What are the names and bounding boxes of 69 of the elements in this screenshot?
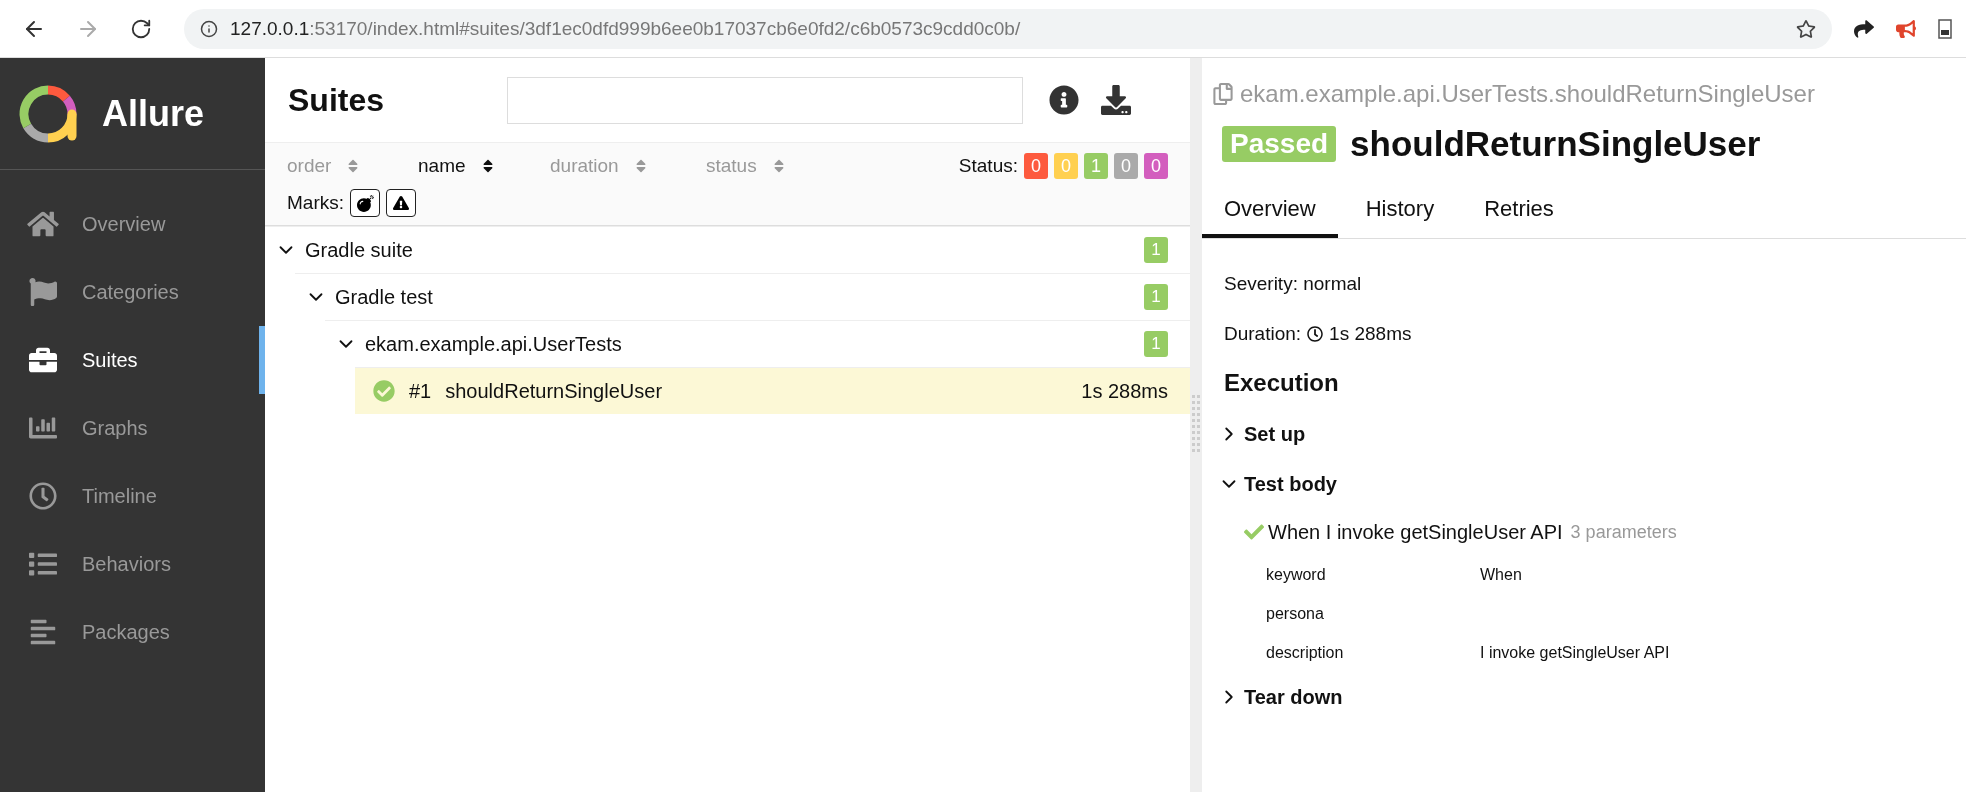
parameter-name: keyword [1266, 565, 1327, 584]
marks-label: Marks: [287, 192, 344, 214]
suite-name: Gradle suite [305, 238, 414, 262]
suite-name: ekam.example.api.UserTests [365, 332, 623, 356]
home-icon [26, 210, 60, 238]
briefcase-icon [26, 346, 60, 374]
brand-name: Allure [102, 92, 205, 135]
duration-label: Duration: [1224, 323, 1302, 345]
address-bar[interactable]: 127.0.0.1:53170/index.html#suites/3df1ec0dfd999b6ee0b17037cb6e0fd2/c6b0573c9cdd0c0b/ [184, 8, 1832, 49]
parameters-count: 3 parameters [1570, 521, 1677, 543]
tab[interactable]: Retries [1462, 186, 1576, 238]
download-icon [1101, 85, 1131, 115]
test-name: shouldReturnSingleUser [445, 379, 664, 403]
test-duration: 1s 288ms [1081, 379, 1168, 403]
stage-header[interactable]: Set up [1218, 409, 1306, 459]
mark-filter-button[interactable] [350, 189, 380, 217]
parameter-name: persona [1266, 604, 1325, 623]
sidebar-item[interactable]: Timeline [0, 462, 265, 530]
clock-icon [1307, 326, 1324, 342]
bomb-icon [356, 194, 374, 212]
test-title: shouldReturnSingleUser [1350, 124, 1761, 164]
allure-logo-icon [18, 83, 78, 144]
sort-button[interactable]: name [418, 155, 544, 177]
url-text: 127.0.0.1:53170/index.html#suites/3df1ec0dfd999b6ee0b17037cb6e0fd2/c6b0573c9cdd0c0b/ [230, 17, 1022, 40]
list-icon [26, 550, 60, 578]
search-field[interactable] [507, 76, 1023, 124]
page-title: Suites [288, 81, 386, 119]
info-icon [200, 19, 218, 38]
info-icon [1049, 85, 1079, 115]
sidebar-item[interactable]: Packages [0, 598, 265, 666]
megaphone-icon[interactable] [1896, 18, 1916, 39]
parameter-value: When [1480, 565, 1523, 584]
duration-value: 1s 288ms [1329, 323, 1412, 345]
sidebar-item[interactable]: Overview [0, 190, 265, 258]
test-full-name: ekam.example.api.UserTests.shouldReturnSingleUser [1240, 80, 1815, 108]
suite-row[interactable]: Gradle suite 1 [265, 226, 1190, 273]
tab[interactable]: History [1343, 186, 1457, 238]
suite-name: Gradle test [335, 285, 434, 309]
download-button[interactable] [1101, 85, 1131, 115]
sidebar-item[interactable]: Graphs [0, 394, 265, 462]
status-badge: Passed [1222, 126, 1337, 162]
suite-row[interactable]: Gradle test 1 [295, 273, 1190, 320]
share-icon[interactable] [1854, 18, 1874, 39]
sidebar-item[interactable]: Suites [0, 326, 265, 394]
copy-icon[interactable] [1212, 83, 1234, 105]
count-badge: 1 [1144, 331, 1168, 357]
parameter-value: I invoke getSingleUser API [1480, 643, 1671, 662]
step-name[interactable]: When I invoke getSingleUser API [1268, 520, 1563, 544]
check-icon [1244, 522, 1264, 542]
stage-header[interactable]: Tear down [1218, 672, 1343, 722]
parameter-name: description [1266, 643, 1345, 662]
status-label: Status: [958, 155, 1018, 177]
severity-text: Severity: normal [1224, 273, 1362, 295]
stage-header[interactable]: Test body [1218, 459, 1337, 509]
extension-icon[interactable] [1938, 18, 1952, 39]
mark-filter-button[interactable] [386, 189, 416, 217]
test-order: #1 [409, 379, 432, 403]
reload-icon [130, 17, 152, 40]
sidebar-item[interactable]: Behaviors [0, 530, 265, 598]
count-badge: 1 [1144, 237, 1168, 263]
test-row[interactable]: #1 shouldReturnSingleUser 1s 288ms [355, 367, 1190, 414]
section-heading: Execution [1224, 369, 1340, 397]
warning-icon [393, 195, 409, 211]
star-icon[interactable] [1796, 18, 1816, 39]
sidebar-item[interactable]: Categories [0, 258, 265, 326]
count-badge: 1 [1144, 284, 1168, 310]
splitter-handle-icon[interactable] [1192, 395, 1200, 455]
info-button[interactable] [1049, 85, 1079, 115]
tab[interactable]: Overview [1202, 186, 1338, 238]
